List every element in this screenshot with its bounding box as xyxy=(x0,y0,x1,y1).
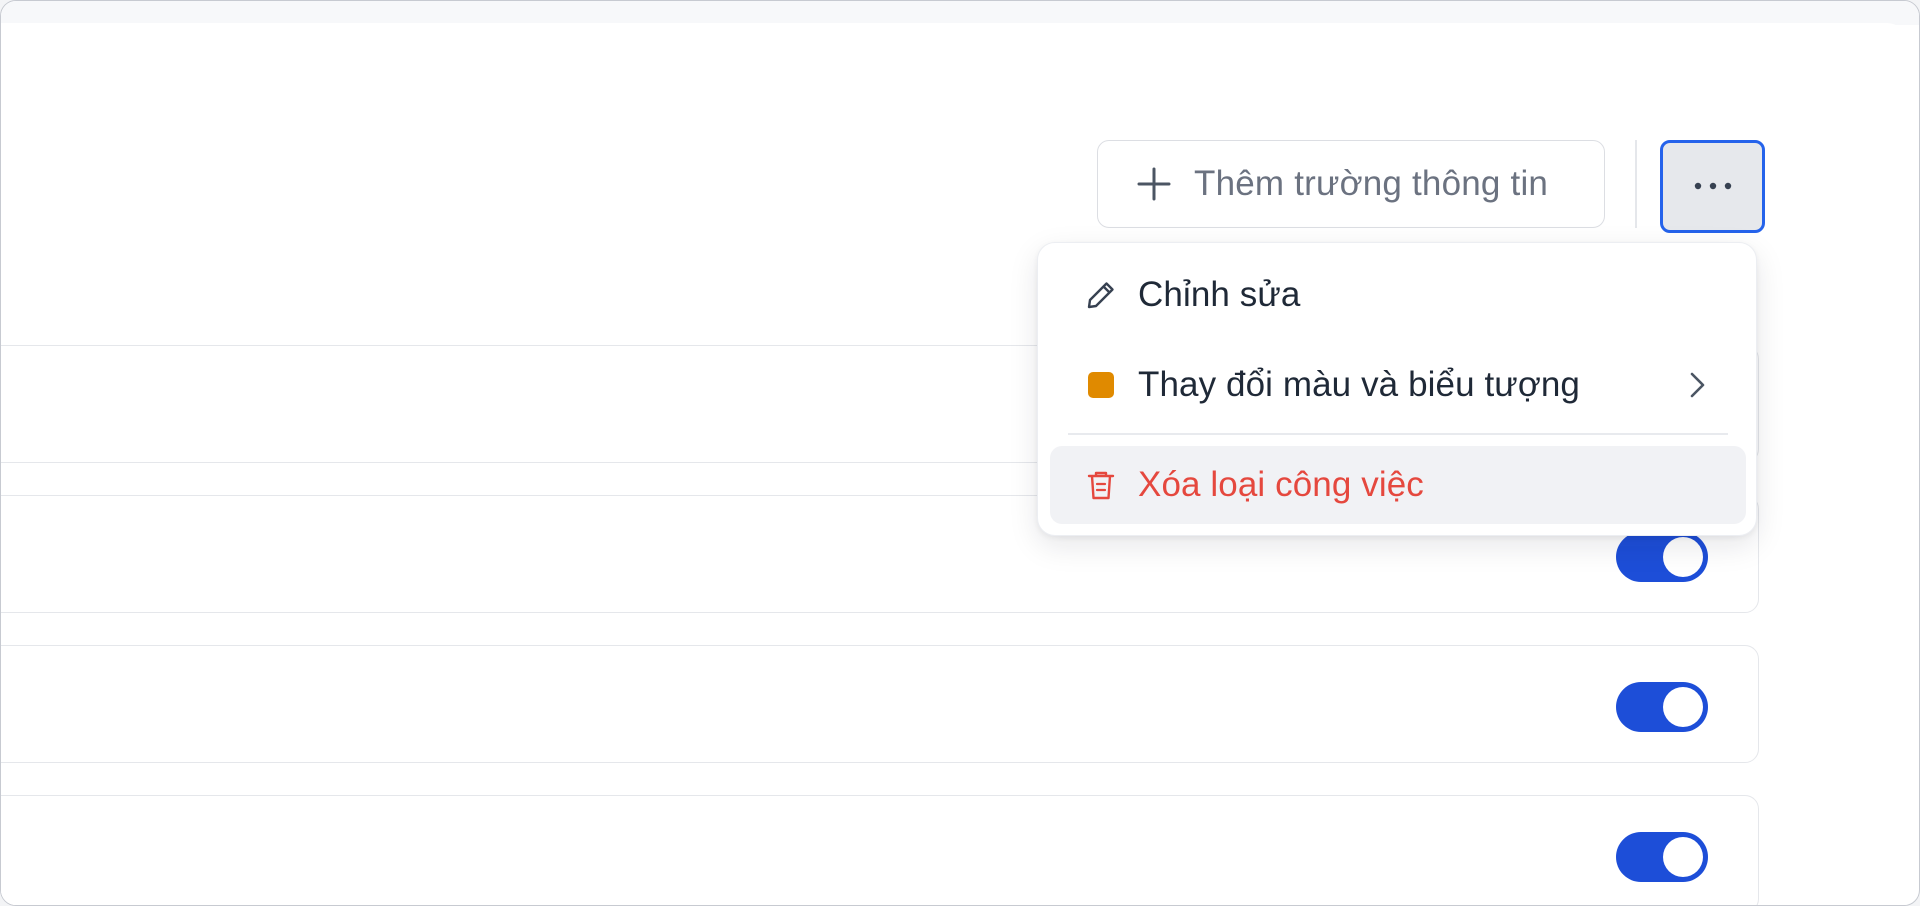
color-swatch-icon xyxy=(1084,368,1118,402)
plus-icon xyxy=(1136,166,1172,202)
more-horizontal-icon xyxy=(1693,178,1733,196)
enabled-toggle[interactable] xyxy=(1616,532,1708,582)
menu-item-delete-label: Xóa loại công việc xyxy=(1138,465,1424,504)
toggle-knob xyxy=(1663,687,1703,727)
app-window: Thêm trường thông tin Chỉnh sửa Thay đổi… xyxy=(0,0,1920,906)
window-top-strip xyxy=(1,1,1919,25)
menu-item-change-color-icon[interactable]: Thay đổi màu và biểu tượng xyxy=(1050,346,1746,424)
enabled-toggle[interactable] xyxy=(1616,832,1708,882)
menu-divider xyxy=(1068,433,1728,435)
more-options-button[interactable] xyxy=(1660,140,1765,233)
pencil-icon xyxy=(1084,278,1118,312)
add-field-label: Thêm trường thông tin xyxy=(1194,164,1549,203)
menu-item-delete-task-type[interactable]: Xóa loại công việc xyxy=(1050,446,1746,524)
add-field-button[interactable]: Thêm trường thông tin xyxy=(1097,140,1605,228)
toggle-knob xyxy=(1663,537,1703,577)
menu-item-edit[interactable]: Chỉnh sửa xyxy=(1050,256,1746,334)
chevron-right-icon xyxy=(1682,370,1712,400)
list-row[interactable] xyxy=(1,645,1759,763)
toolbar-divider xyxy=(1635,140,1637,228)
enabled-toggle[interactable] xyxy=(1616,682,1708,732)
options-dropdown-menu: Chỉnh sửa Thay đổi màu và biểu tượng Xóa… xyxy=(1037,242,1757,536)
trash-icon xyxy=(1084,468,1118,502)
color-swatch xyxy=(1088,372,1114,398)
toggle-knob xyxy=(1663,837,1703,877)
menu-item-change-color-label: Thay đổi màu và biểu tượng xyxy=(1138,365,1580,404)
menu-item-edit-label: Chỉnh sửa xyxy=(1138,275,1301,314)
list-row[interactable] xyxy=(1,795,1759,905)
